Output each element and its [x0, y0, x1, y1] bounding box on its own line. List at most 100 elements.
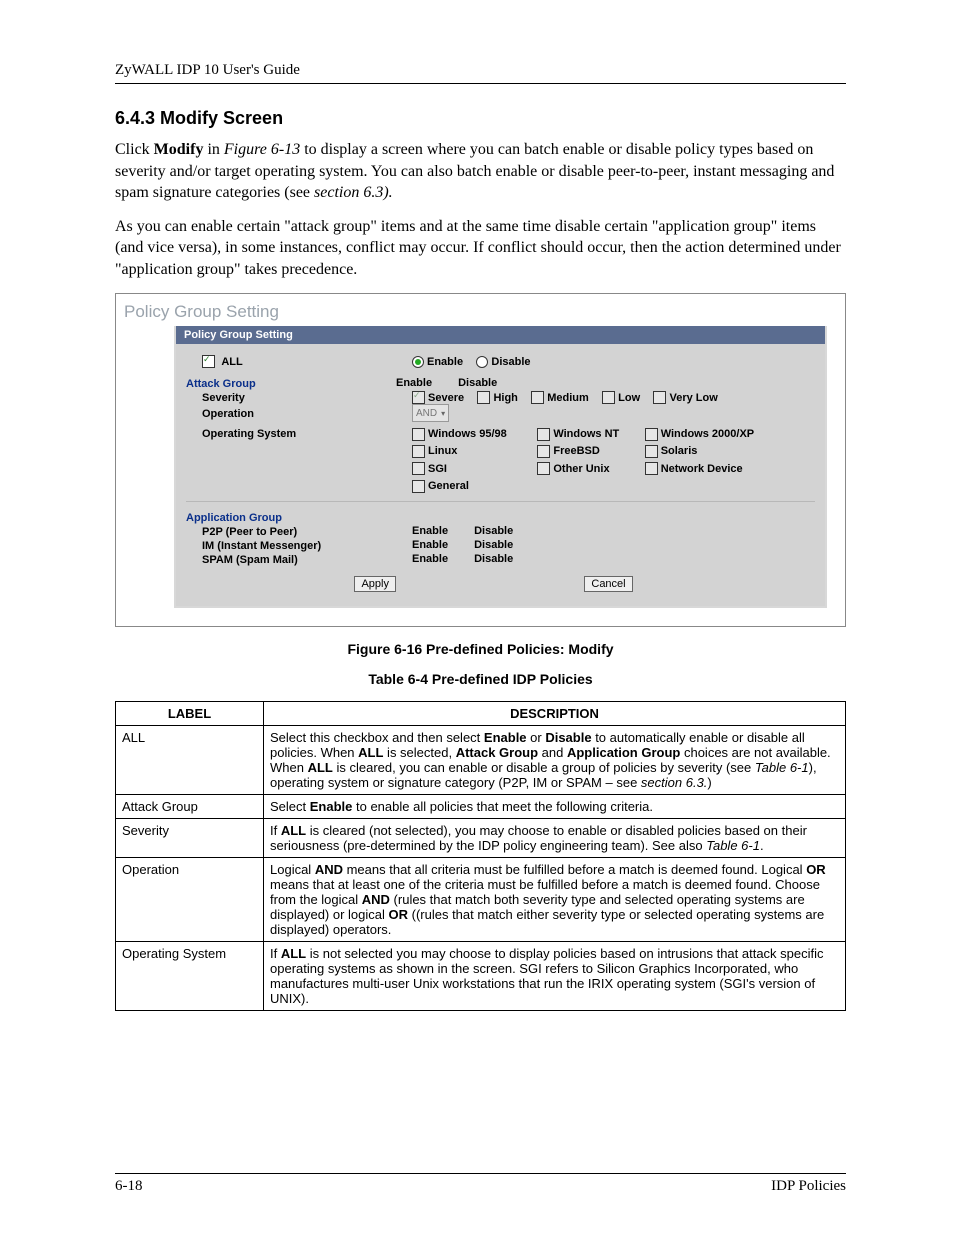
os-netdev-checkbox[interactable]: [645, 462, 658, 475]
sev-medium-label: Medium: [547, 392, 589, 404]
table-row: ALL Select this checkbox and then select…: [116, 725, 846, 794]
sev-medium-checkbox[interactable]: [531, 391, 544, 404]
os-linux-checkbox[interactable]: [412, 445, 425, 458]
disable-label: Disable: [491, 356, 530, 368]
text-bold: AND: [362, 892, 390, 907]
os-freebsd-checkbox[interactable]: [537, 445, 550, 458]
text-bold: Enable: [484, 730, 527, 745]
enable-label: Enable: [427, 356, 463, 368]
paragraph-1: Click Modify in Figure 6-13 to display a…: [115, 139, 846, 204]
text-italic: Table 6-1: [706, 838, 760, 853]
operation-dropdown-value: AND: [416, 408, 437, 419]
operation-dropdown[interactable]: AND ▾: [412, 404, 449, 422]
policies-table: LABEL DESCRIPTION ALL Select this checkb…: [115, 701, 846, 1011]
th-label: LABEL: [116, 701, 264, 725]
cell-description: Select this checkbox and then select Ena…: [264, 725, 846, 794]
text-bold: AND: [315, 862, 343, 877]
text-bold: OR: [806, 862, 826, 877]
os-solaris-checkbox[interactable]: [645, 445, 658, 458]
table-row: Operating System If ALL is not selected …: [116, 941, 846, 1010]
text-bold: Enable: [310, 799, 353, 814]
sev-vlow-checkbox[interactable]: [653, 391, 666, 404]
separator: [186, 501, 815, 502]
text-bold: OR: [389, 907, 409, 922]
cell-label: Attack Group: [116, 794, 264, 818]
os-wnt-label: Windows NT: [553, 428, 631, 440]
sev-severe-checkbox[interactable]: [412, 391, 425, 404]
sev-low-label: Low: [618, 392, 640, 404]
p2p-disable[interactable]: Disable: [474, 525, 513, 537]
os-label: Operating System: [202, 428, 296, 440]
section-heading: 6.4.3 Modify Screen: [115, 108, 846, 129]
os-ounix-checkbox[interactable]: [537, 462, 550, 475]
text: in: [203, 141, 223, 158]
panel-title: Policy Group Setting: [122, 300, 827, 326]
panel-header: Policy Group Setting: [176, 326, 825, 344]
os-netdev-label: Network Device: [661, 463, 743, 475]
cell-description: If ALL is cleared (not selected), you ma…: [264, 818, 846, 857]
text: and: [538, 745, 567, 760]
severity-label: Severity: [202, 392, 245, 404]
os-freebsd-label: FreeBSD: [553, 445, 631, 457]
application-group-heading: Application Group: [186, 512, 282, 524]
table-row: Attack Group Select Enable to enable all…: [116, 794, 846, 818]
os-w9598-checkbox[interactable]: [412, 428, 425, 441]
all-checkbox[interactable]: [202, 355, 215, 368]
disable-radio[interactable]: [476, 356, 488, 368]
cancel-button[interactable]: Cancel: [584, 576, 632, 592]
text: means that all criteria must be fulfille…: [343, 862, 806, 877]
os-w2kxp-label: Windows 2000/XP: [661, 428, 754, 440]
im-enable[interactable]: Enable: [412, 539, 448, 551]
text: is selected,: [383, 745, 455, 760]
text: is cleared, you can enable or disable a …: [333, 760, 755, 775]
cell-label: Operation: [116, 857, 264, 941]
cell-label: Severity: [116, 818, 264, 857]
text: ): [707, 775, 711, 790]
sev-severe-label: Severe: [428, 392, 464, 404]
cell-label: ALL: [116, 725, 264, 794]
os-sgi-label: SGI: [428, 463, 524, 475]
sev-high-checkbox[interactable]: [477, 391, 490, 404]
inner-panel: Policy Group Setting ALL Enable Disable …: [174, 326, 827, 608]
os-w2kxp-checkbox[interactable]: [645, 428, 658, 441]
cell-description: Select Enable to enable all policies tha…: [264, 794, 846, 818]
spam-label: SPAM (Spam Mail): [202, 554, 298, 566]
spam-disable[interactable]: Disable: [474, 553, 513, 565]
chevron-down-icon: ▾: [441, 409, 445, 418]
sev-high-label: High: [493, 392, 517, 404]
cell-description: Logical AND means that all criteria must…: [264, 857, 846, 941]
all-label: ALL: [221, 356, 242, 368]
running-header: ZyWALL IDP 10 User's Guide: [115, 62, 846, 79]
table-caption: Table 6-4 Pre-defined IDP Policies: [115, 671, 846, 687]
text: to enable all policies that meet the fol…: [352, 799, 653, 814]
th-description: DESCRIPTION: [264, 701, 846, 725]
text-italic: Table 6-1: [755, 760, 809, 775]
sev-low-checkbox[interactable]: [602, 391, 615, 404]
text: Click: [115, 141, 154, 158]
figure-caption: Figure 6-16 Pre-defined Policies: Modify: [115, 641, 846, 657]
im-label: IM (Instant Messenger): [202, 540, 321, 552]
p2p-enable[interactable]: Enable: [412, 525, 448, 537]
attack-group-heading: Attack Group: [186, 378, 256, 390]
text: .: [760, 838, 764, 853]
spam-enable[interactable]: Enable: [412, 553, 448, 565]
os-ounix-label: Other Unix: [553, 463, 631, 475]
table-row: Operation Logical AND means that all cri…: [116, 857, 846, 941]
paragraph-2: As you can enable certain "attack group"…: [115, 216, 846, 281]
enable-radio[interactable]: [412, 356, 424, 368]
os-sgi-checkbox[interactable]: [412, 462, 425, 475]
sev-vlow-label: Very Low: [669, 392, 717, 404]
text: If: [270, 946, 281, 961]
enable-col-header: Enable: [396, 377, 432, 389]
os-general-checkbox[interactable]: [412, 480, 425, 493]
text-bold: ALL: [358, 745, 383, 760]
figure-screenshot: Policy Group Setting Policy Group Settin…: [115, 293, 846, 627]
im-disable[interactable]: Disable: [474, 539, 513, 551]
header-rule: [115, 83, 846, 84]
apply-button[interactable]: Apply: [354, 576, 396, 592]
operation-label: Operation: [202, 408, 254, 420]
page-footer: 6-18 IDP Policies: [115, 1173, 846, 1195]
os-wnt-checkbox[interactable]: [537, 428, 550, 441]
os-w9598-label: Windows 95/98: [428, 428, 524, 440]
table-header-row: LABEL DESCRIPTION: [116, 701, 846, 725]
